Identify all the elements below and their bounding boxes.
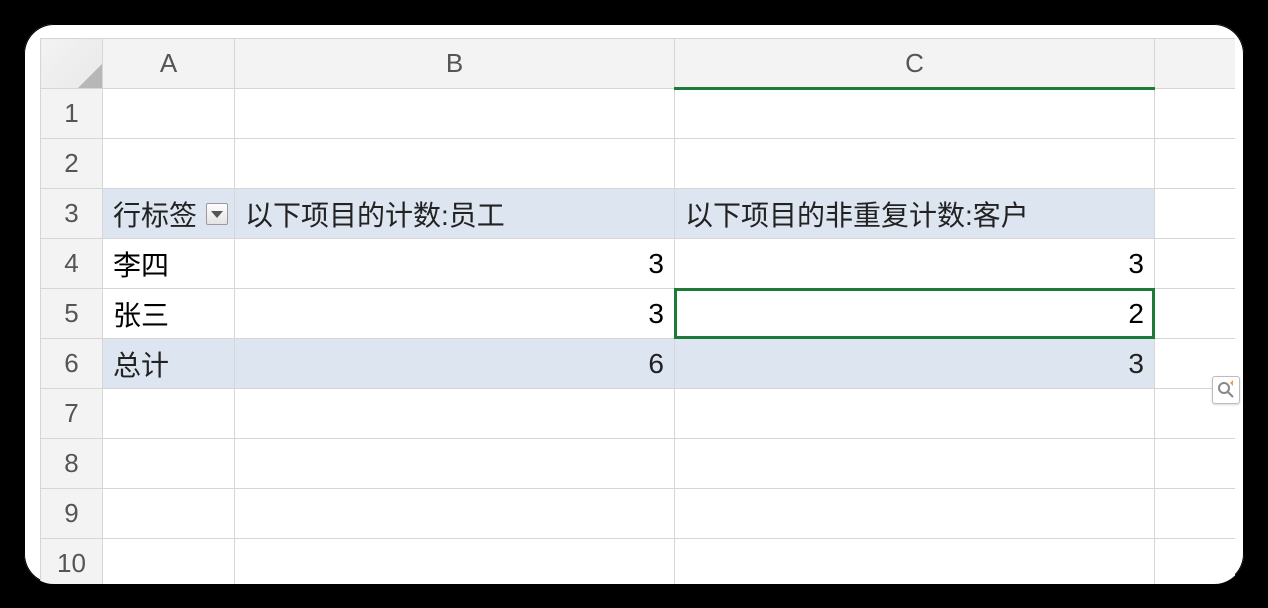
cell-D5[interactable] xyxy=(1155,289,1235,339)
cell-B8[interactable] xyxy=(235,439,675,489)
cell-D1[interactable] xyxy=(1155,89,1235,139)
cell-C8[interactable] xyxy=(675,439,1155,489)
selected-cell[interactable]: 2 xyxy=(675,289,1155,339)
select-all-cell[interactable] xyxy=(41,39,103,89)
cell-C1[interactable] xyxy=(675,89,1155,139)
cell-A8[interactable] xyxy=(103,439,235,489)
cell-A10[interactable] xyxy=(103,539,235,585)
row-header-7[interactable]: 7 xyxy=(41,389,103,439)
row-header-9[interactable]: 9 xyxy=(41,489,103,539)
cell-D10[interactable] xyxy=(1155,539,1235,585)
column-header-D[interactable] xyxy=(1155,39,1235,89)
filter-dropdown-button[interactable] xyxy=(206,203,228,225)
quick-analysis-icon xyxy=(1216,380,1236,400)
pivot-row-1-count[interactable]: 3 xyxy=(235,289,675,339)
chevron-down-icon xyxy=(211,209,223,219)
cell-B7[interactable] xyxy=(235,389,675,439)
cell-A1[interactable] xyxy=(103,89,235,139)
row-header-8[interactable]: 8 xyxy=(41,439,103,489)
spreadsheet-frame: A B C 1 2 3 xyxy=(24,24,1244,584)
row-header-5[interactable]: 5 xyxy=(41,289,103,339)
row-header-3[interactable]: 3 xyxy=(41,189,103,239)
pivot-row-0-distinct[interactable]: 3 xyxy=(675,239,1155,289)
quick-analysis-button[interactable] xyxy=(1212,376,1240,404)
row-header-4[interactable]: 4 xyxy=(41,239,103,289)
pivot-total-count[interactable]: 6 xyxy=(235,339,675,389)
pivot-row-label-text: 行标签 xyxy=(113,194,197,234)
cell-C9[interactable] xyxy=(675,489,1155,539)
row-header-2[interactable]: 2 xyxy=(41,139,103,189)
cell-B9[interactable] xyxy=(235,489,675,539)
pivot-total-label[interactable]: 总计 xyxy=(103,339,235,389)
cell-B10[interactable] xyxy=(235,539,675,585)
spreadsheet-grid[interactable]: A B C 1 2 3 xyxy=(40,38,1235,584)
cell-A7[interactable] xyxy=(103,389,235,439)
cell-C2[interactable] xyxy=(675,139,1155,189)
cell-D2[interactable] xyxy=(1155,139,1235,189)
cell-D8[interactable] xyxy=(1155,439,1235,489)
cell-B1[interactable] xyxy=(235,89,675,139)
cell-A2[interactable] xyxy=(103,139,235,189)
pivot-row-0-count[interactable]: 3 xyxy=(235,239,675,289)
column-header-A[interactable]: A xyxy=(103,39,235,89)
column-header-B[interactable]: B xyxy=(235,39,675,89)
cell-B2[interactable] xyxy=(235,139,675,189)
row-header-1[interactable]: 1 xyxy=(41,89,103,139)
pivot-row-0-label[interactable]: 李四 xyxy=(103,239,235,289)
cell-D9[interactable] xyxy=(1155,489,1235,539)
cell-D3[interactable] xyxy=(1155,189,1235,239)
cell-C7[interactable] xyxy=(675,389,1155,439)
cell-A9[interactable] xyxy=(103,489,235,539)
cell-D4[interactable] xyxy=(1155,239,1235,289)
pivot-row-label-header[interactable]: 行标签 xyxy=(103,189,235,239)
row-header-10[interactable]: 10 xyxy=(41,539,103,585)
pivot-col-header-count[interactable]: 以下项目的计数:员工 xyxy=(235,189,675,239)
pivot-row-1-label[interactable]: 张三 xyxy=(103,289,235,339)
pivot-total-distinct[interactable]: 3 xyxy=(675,339,1155,389)
pivot-col-header-distinct[interactable]: 以下项目的非重复计数:客户 xyxy=(675,189,1155,239)
column-header-C[interactable]: C xyxy=(675,39,1155,89)
row-header-6[interactable]: 6 xyxy=(41,339,103,389)
cell-C10[interactable] xyxy=(675,539,1155,585)
